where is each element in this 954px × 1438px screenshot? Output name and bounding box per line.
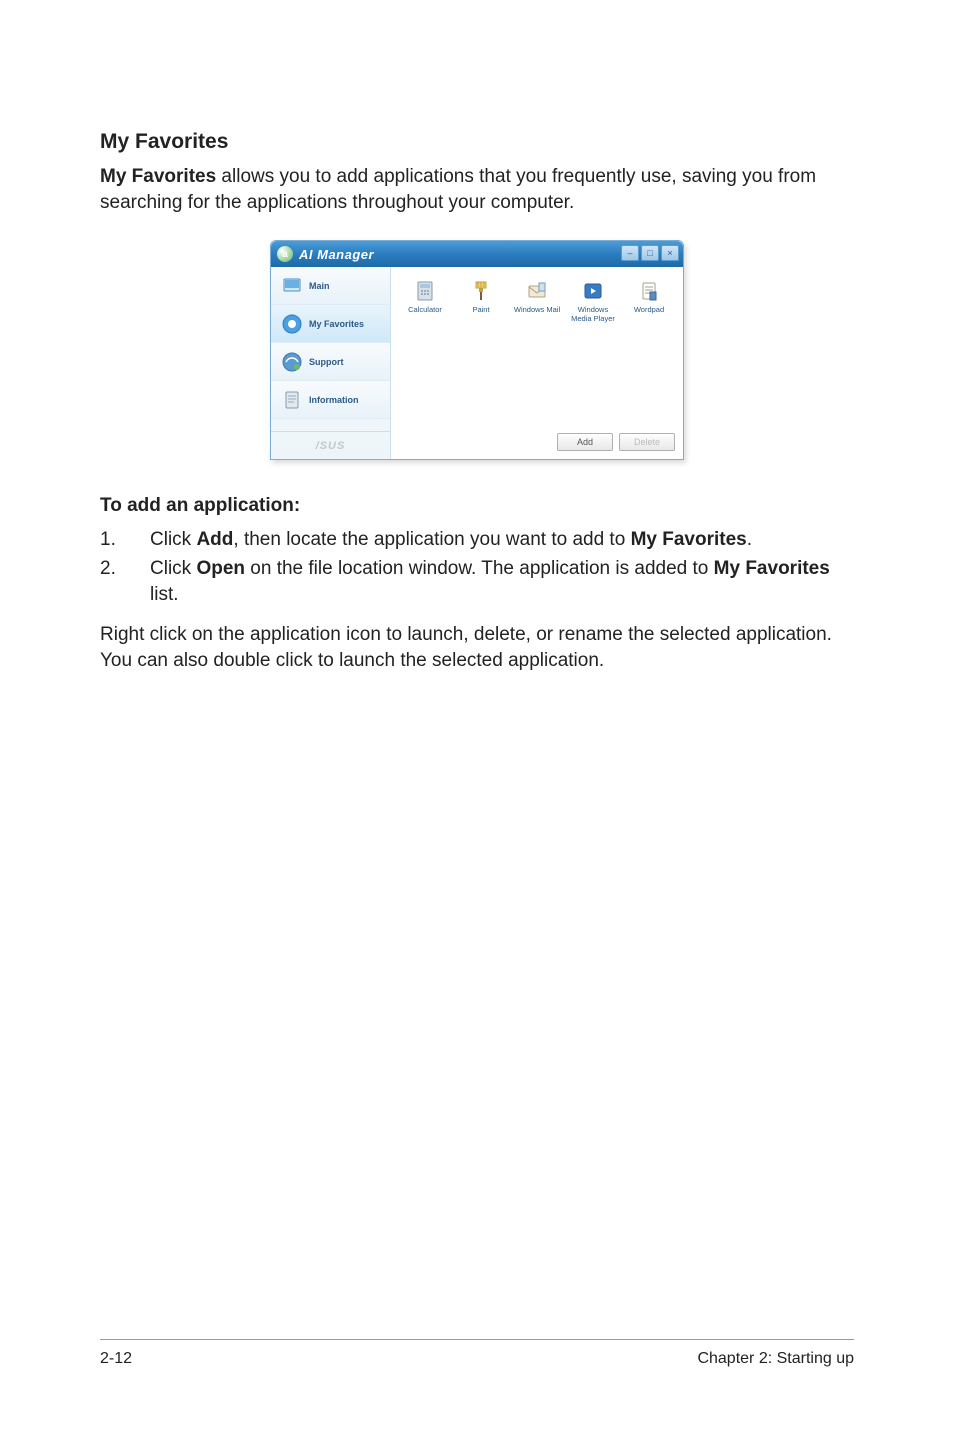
section-heading: My Favorites: [100, 130, 854, 154]
support-icon: [279, 349, 305, 375]
app-label-wordpad: Wordpad: [634, 306, 664, 314]
app-windows-mail[interactable]: Windows Mail: [511, 279, 563, 323]
app-calculator[interactable]: Calculator: [399, 279, 451, 323]
li2-bold2: My Favorites: [714, 558, 830, 579]
maximize-button[interactable]: □: [641, 245, 659, 261]
li2-mid: on the file location window. The applica…: [245, 558, 714, 579]
information-icon: [279, 387, 305, 413]
app-label-mail: Windows Mail: [514, 306, 560, 314]
li1-suffix: .: [747, 529, 752, 550]
window-controls: – □ ×: [621, 245, 679, 261]
closing-paragraph: Right click on the application icon to l…: [100, 622, 854, 673]
calculator-icon: [413, 279, 437, 303]
screenshot-container: a AI Manager – □ × Main: [100, 240, 854, 460]
list-num-2: 2.: [100, 556, 150, 607]
minimize-button[interactable]: –: [621, 245, 639, 261]
li1-bold2: My Favorites: [631, 529, 747, 550]
app-label-paint: Paint: [472, 306, 489, 314]
ai-manager-window: a AI Manager – □ × Main: [270, 240, 684, 460]
sidebar-label-information: Information: [309, 395, 359, 405]
app-wordpad[interactable]: Wordpad: [623, 279, 675, 323]
intro-paragraph: My Favorites allows you to add applicati…: [100, 164, 854, 215]
list-text-1: Click Add, then locate the application y…: [150, 527, 854, 553]
main-panel: Calculator Paint Windows M: [391, 267, 683, 459]
footer-chapter: Chapter 2: Starting up: [697, 1350, 854, 1368]
window-titlebar: a AI Manager – □ ×: [271, 241, 683, 267]
list-text-2: Click Open on the file location window. …: [150, 556, 854, 607]
window-title: AI Manager: [299, 247, 374, 262]
app-paint[interactable]: Paint: [455, 279, 507, 323]
footer-page-number: 2-12: [100, 1350, 132, 1368]
app-label-media-player: Windows Media Player: [567, 306, 619, 323]
sidebar-item-main[interactable]: Main: [271, 267, 390, 305]
list-item-2: 2. Click Open on the file location windo…: [100, 556, 854, 607]
delete-button[interactable]: Delete: [619, 433, 675, 451]
panel-buttons: Add Delete: [557, 433, 675, 451]
sidebar-label-main: Main: [309, 281, 330, 291]
list-num-1: 1.: [100, 527, 150, 553]
li1-bold1: Add: [196, 529, 233, 550]
window-body: Main My Favorites Support: [271, 267, 683, 459]
li1-prefix: Click: [150, 529, 196, 550]
wordpad-icon: [637, 279, 661, 303]
list-item-1: 1. Click Add, then locate the applicatio…: [100, 527, 854, 553]
li1-mid: , then locate the application you want t…: [233, 529, 630, 550]
sidebar-item-favorites[interactable]: My Favorites: [271, 305, 390, 343]
app-media-player[interactable]: Windows Media Player: [567, 279, 619, 323]
intro-bold: My Favorites: [100, 166, 216, 187]
mail-icon: [525, 279, 549, 303]
li2-prefix: Click: [150, 558, 196, 579]
li2-suffix: list.: [150, 584, 179, 605]
sidebar-item-support[interactable]: Support: [271, 343, 390, 381]
sidebar-label-support: Support: [309, 357, 344, 367]
sidebar-footer-brand: /SUS: [271, 431, 390, 459]
page-footer: 2-12 Chapter 2: Starting up: [100, 1339, 854, 1368]
app-label-calculator: Calculator: [408, 306, 442, 314]
app-row: Calculator Paint Windows M: [399, 279, 675, 323]
sub-heading: To add an application:: [100, 495, 854, 517]
favorites-icon: [279, 311, 305, 337]
app-logo-icon: a: [277, 246, 293, 262]
sidebar: Main My Favorites Support: [271, 267, 391, 459]
li2-bold1: Open: [196, 558, 245, 579]
instructions-list: 1. Click Add, then locate the applicatio…: [100, 527, 854, 607]
main-icon: [279, 273, 305, 299]
media-player-icon: [581, 279, 605, 303]
sidebar-items: Main My Favorites Support: [271, 267, 390, 431]
sidebar-label-favorites: My Favorites: [309, 319, 364, 329]
sidebar-item-information[interactable]: Information: [271, 381, 390, 419]
close-button[interactable]: ×: [661, 245, 679, 261]
paint-icon: [469, 279, 493, 303]
add-button[interactable]: Add: [557, 433, 613, 451]
